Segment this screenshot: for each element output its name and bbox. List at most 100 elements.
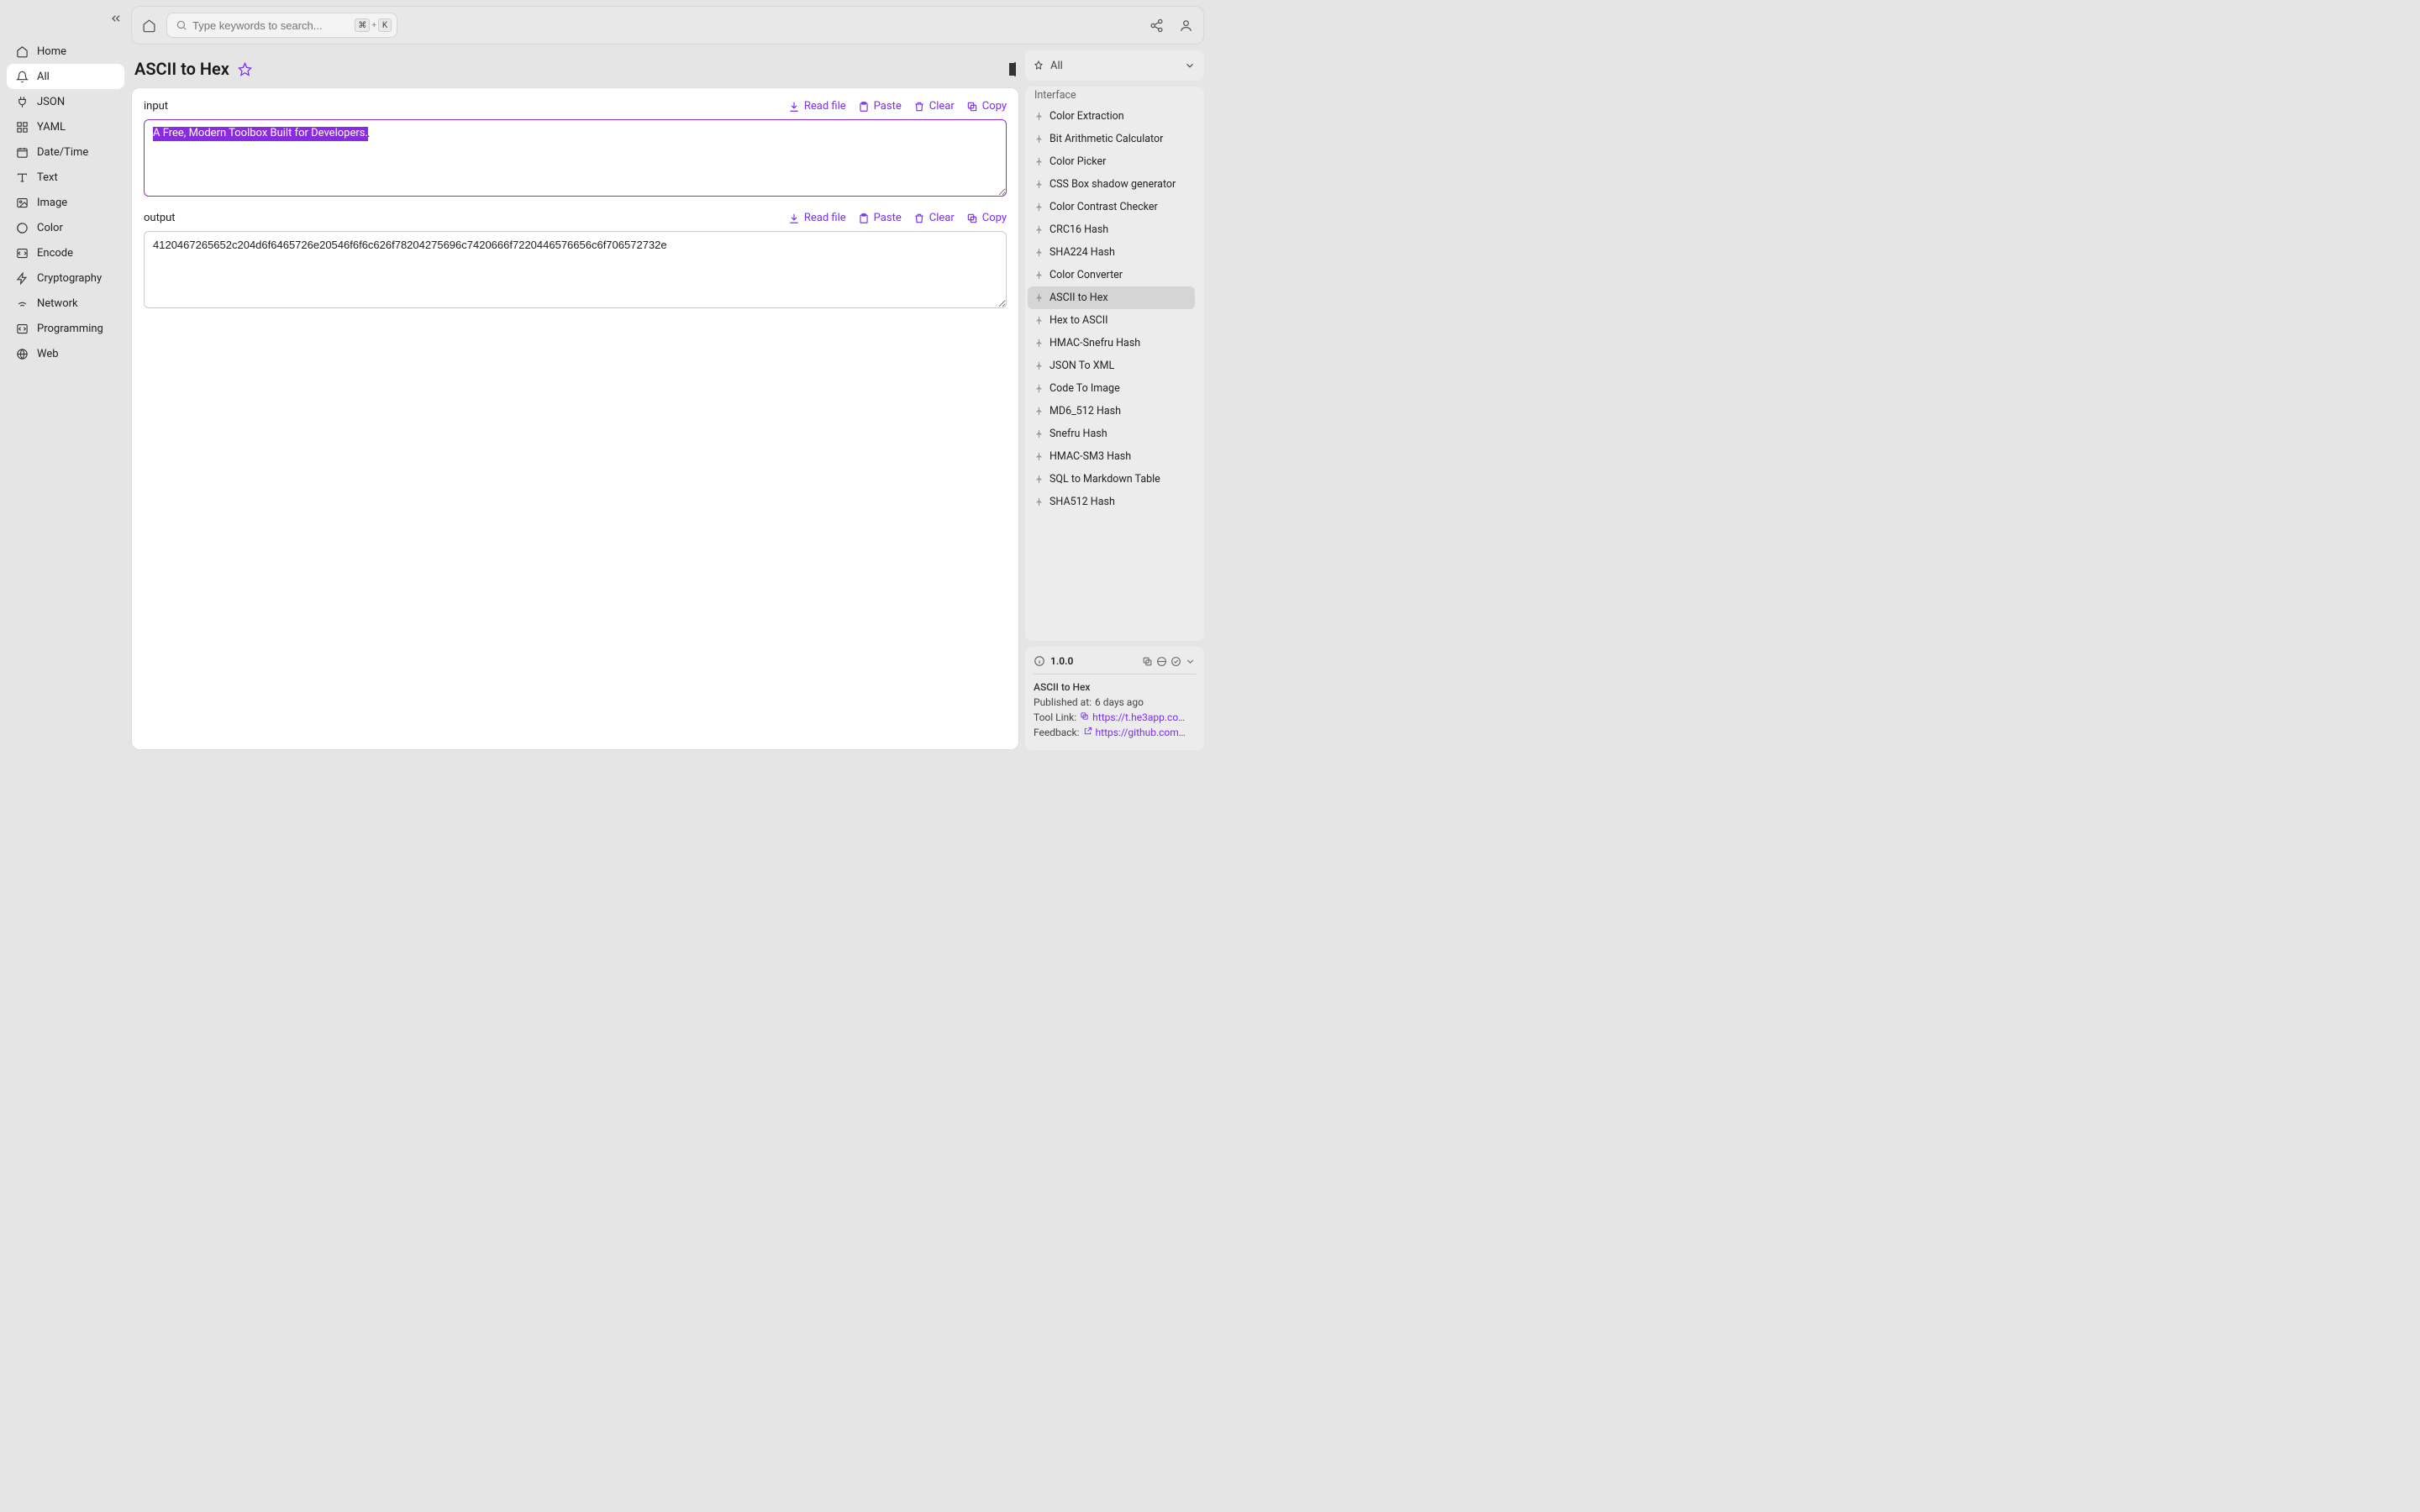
tool-list-item[interactable]: Color Contrast Checker — [1028, 196, 1195, 218]
globe-icon[interactable] — [1156, 656, 1167, 667]
tool-list-item[interactable]: CRC16 Hash — [1028, 218, 1195, 241]
palette-icon — [15, 221, 29, 234]
input-copy-button[interactable]: Copy — [966, 100, 1007, 113]
output-paste-button[interactable]: Paste — [858, 212, 902, 224]
tool-info-card: 1.0.0 ASCII to Hex Published at: 6 days … — [1025, 647, 1204, 750]
tool-version: 1.0.0 — [1050, 655, 1073, 667]
tool-list-item-label: SHA224 Hash — [1050, 246, 1115, 259]
pin-icon — [1034, 475, 1044, 484]
sidebar-item-programming[interactable]: Programming — [7, 316, 124, 341]
tool-list-item[interactable]: HMAC-SM3 Hash — [1028, 445, 1195, 468]
sidebar-item-text[interactable]: Text — [7, 165, 124, 190]
tool-list-item[interactable]: SHA224 Hash — [1028, 241, 1195, 264]
tool-list-item[interactable]: Color Extraction — [1028, 105, 1195, 128]
sidebar-collapse-button[interactable] — [109, 12, 123, 25]
sidebar-item-cryptography[interactable]: Cryptography — [7, 265, 124, 291]
check-icon[interactable] — [1171, 656, 1181, 667]
sidebar-item-datetime[interactable]: Date/Time — [7, 139, 124, 165]
sidebar-item-json[interactable]: JSON — [7, 89, 124, 114]
tool-list-item-label: Color Picker — [1050, 155, 1106, 168]
pin-icon — [1034, 316, 1044, 325]
page-title: ASCII to Hex — [134, 59, 229, 79]
input-textarea[interactable] — [144, 119, 1007, 197]
tool-list-item[interactable]: Bit Arithmetic Calculator — [1028, 128, 1195, 150]
search-input[interactable] — [192, 19, 350, 32]
tool-list-item-label: SQL to Markdown Table — [1050, 473, 1160, 486]
tool-list-item[interactable]: SHA512 Hash — [1028, 491, 1195, 513]
user-icon[interactable] — [1179, 18, 1193, 33]
sidebar-item-image[interactable]: Image — [7, 190, 124, 215]
tool-list-item-label: Code To Image — [1050, 382, 1120, 395]
info-feedback-value[interactable]: https://github.com/… — [1096, 727, 1188, 738]
filter-pin-icon — [1034, 60, 1044, 71]
chevron-down-icon[interactable] — [1185, 656, 1196, 667]
pin-icon — [1034, 339, 1044, 348]
info-published-label: Published at: — [1034, 696, 1092, 708]
output-clear-button[interactable]: Clear — [913, 212, 955, 224]
sidebar-item-label: Web — [37, 348, 59, 360]
share-icon[interactable] — [1150, 18, 1164, 33]
sidebar-item-label: Text — [37, 171, 58, 184]
input-paste-button[interactable]: Paste — [858, 100, 902, 113]
info-toollink-value[interactable]: https://t.he3app.co… — [1092, 711, 1185, 723]
info-toollink-label: Tool Link: — [1034, 711, 1076, 723]
tool-list-item-label: Color Contrast Checker — [1050, 201, 1158, 213]
tool-filter-dropdown[interactable]: All — [1025, 50, 1204, 81]
pin-icon — [1034, 180, 1044, 189]
favorite-button[interactable] — [238, 62, 252, 76]
tool-list-item[interactable]: HMAC-Snefru Hash — [1028, 332, 1195, 354]
tool-list-item[interactable]: SQL to Markdown Table — [1028, 468, 1195, 491]
tool-list-item[interactable]: ASCII to Hex — [1028, 286, 1195, 309]
tool-list-item-label: Color Extraction — [1050, 110, 1124, 123]
info-feedback-label: Feedback: — [1034, 727, 1080, 738]
info-published-value: 6 days ago — [1095, 696, 1144, 708]
tool-list-item[interactable]: Color Converter — [1028, 264, 1195, 286]
info-icon — [1034, 655, 1045, 667]
layout-toggle-button[interactable] — [1014, 63, 1016, 76]
wifi-icon — [15, 297, 29, 310]
pin-icon — [1034, 452, 1044, 461]
plug-icon — [15, 95, 29, 108]
tool-list-item[interactable]: Color Picker — [1028, 150, 1195, 173]
output-read-file-button[interactable]: Read file — [788, 212, 846, 224]
pin-icon — [1034, 134, 1044, 144]
sidebar-item-color[interactable]: Color — [7, 215, 124, 240]
sidebar-item-network[interactable]: Network — [7, 291, 124, 316]
pin-icon — [1034, 497, 1044, 507]
output-copy-button[interactable]: Copy — [966, 212, 1007, 224]
input-read-file-button[interactable]: Read file — [788, 100, 846, 113]
code-icon — [15, 322, 29, 335]
link-icon — [1080, 711, 1089, 723]
tool-list-item[interactable]: Code To Image — [1028, 377, 1195, 400]
tool-list-item-label: CRC16 Hash — [1050, 223, 1108, 236]
tool-list-item[interactable]: JSON To XML — [1028, 354, 1195, 377]
sidebar-item-encode[interactable]: Encode — [7, 240, 124, 265]
output-textarea[interactable] — [144, 231, 1007, 308]
tool-list-item[interactable]: CSS Box shadow generator — [1028, 173, 1195, 196]
bell-icon — [15, 70, 29, 83]
copy-icon[interactable] — [1142, 656, 1153, 667]
tool-list-item-truncated[interactable]: Interface — [1028, 89, 1195, 105]
grid-icon — [15, 120, 29, 134]
chevron-down-icon — [1184, 60, 1196, 71]
sidebar-item-label: Color — [37, 222, 63, 234]
zap-icon — [15, 271, 29, 285]
input-clear-button[interactable]: Clear — [913, 100, 955, 113]
sidebar-item-web[interactable]: Web — [7, 341, 124, 366]
sidebar-item-home[interactable]: Home — [7, 39, 124, 64]
tool-list-item[interactable]: Snefru Hash — [1028, 423, 1195, 445]
home-icon — [15, 45, 29, 58]
search-input-wrap[interactable]: ⌘ + K — [166, 13, 397, 38]
sidebar-item-label: Programming — [37, 323, 103, 335]
sidebar-item-all[interactable]: All — [7, 64, 124, 89]
pin-icon — [1034, 361, 1044, 370]
topbar-home-button[interactable] — [142, 18, 156, 33]
sidebar-item-yaml[interactable]: YAML — [7, 114, 124, 139]
tool-list-item[interactable]: MD6_512 Hash — [1028, 400, 1195, 423]
tool-list-item-label: JSON To XML — [1050, 360, 1114, 372]
pin-icon — [1034, 384, 1044, 393]
tool-list-item[interactable]: Hex to ASCII — [1028, 309, 1195, 332]
topbar: ⌘ + K — [131, 6, 1204, 45]
tool-list-item-label: MD6_512 Hash — [1050, 405, 1121, 417]
pin-icon — [1034, 270, 1044, 280]
